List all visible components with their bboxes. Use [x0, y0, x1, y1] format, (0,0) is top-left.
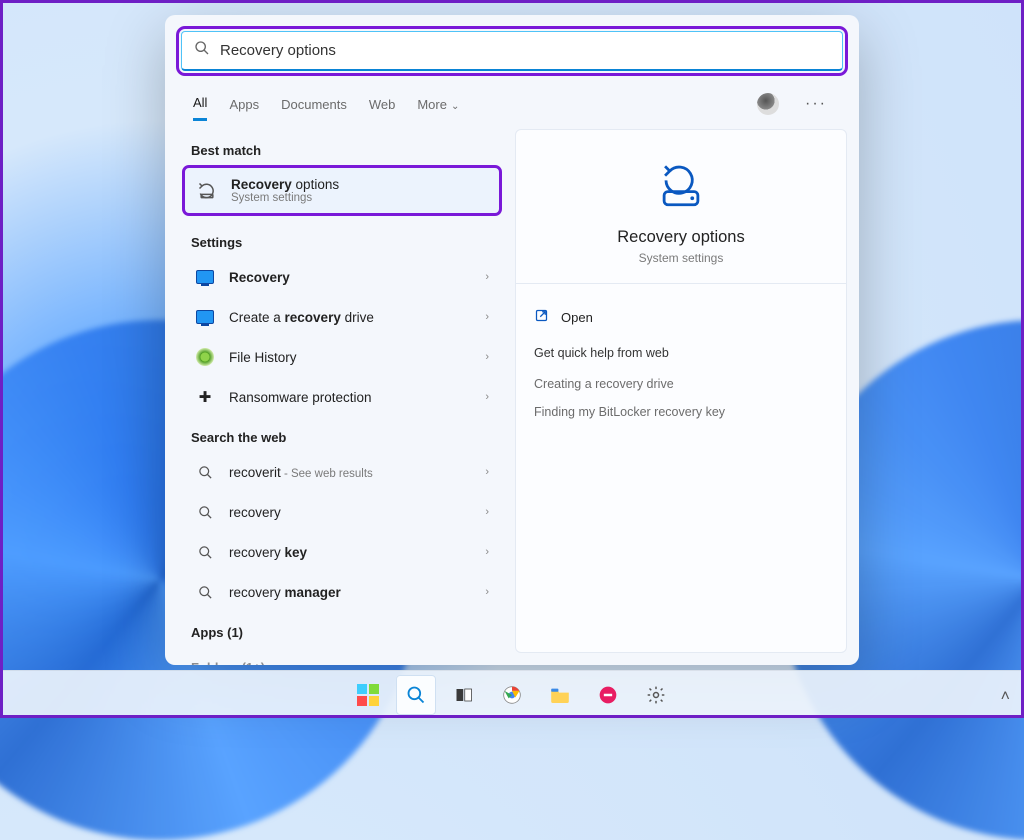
section-settings: Settings [183, 223, 501, 256]
monitor-icon [195, 307, 215, 327]
disk-icon [195, 347, 215, 367]
section-best-match: Best match [183, 131, 501, 164]
open-button[interactable]: Open [534, 302, 828, 332]
start-button[interactable] [348, 675, 388, 715]
web-result[interactable]: recoverit - See web results › [183, 453, 501, 491]
chevron-down-icon: ⌄ [451, 101, 459, 112]
recovery-large-icon [651, 156, 711, 216]
chevron-right-icon: › [485, 506, 489, 518]
shield-icon: ✚ [195, 387, 215, 407]
search-icon [195, 502, 215, 522]
taskbar-app-generic[interactable] [588, 675, 628, 715]
taskbar: ˄ [0, 670, 1024, 718]
tab-apps[interactable]: Apps [229, 89, 259, 120]
result-ransomware-protection[interactable]: ✚ Ransomware protection › [183, 378, 501, 416]
tab-documents[interactable]: Documents [281, 89, 347, 120]
chevron-right-icon: › [485, 391, 489, 403]
taskbar-app-settings[interactable] [636, 675, 676, 715]
divider [516, 283, 846, 284]
tab-more[interactable]: More⌄ [417, 89, 459, 120]
search-icon [194, 40, 210, 61]
search-icon [195, 542, 215, 562]
open-icon [534, 308, 549, 326]
help-link[interactable]: Finding my BitLocker recovery key [534, 398, 828, 426]
tab-web[interactable]: Web [369, 89, 396, 120]
search-scope-tabs: All Apps Documents Web More⌄ ··· [165, 77, 859, 121]
recovery-icon [197, 181, 217, 201]
help-link[interactable]: Creating a recovery drive [534, 370, 828, 398]
section-apps[interactable]: Apps (1) [183, 613, 501, 646]
search-box[interactable] [181, 31, 843, 71]
taskbar-app-chrome[interactable] [492, 675, 532, 715]
result-create-recovery-drive[interactable]: Create a recovery drive › [183, 298, 501, 336]
chevron-right-icon: › [485, 586, 489, 598]
tab-all[interactable]: All [193, 87, 207, 121]
search-icon [195, 462, 215, 482]
web-result[interactable]: recovery › [183, 493, 501, 531]
chevron-right-icon: › [485, 546, 489, 558]
preview-pane: Recovery options System settings Open Ge… [515, 129, 847, 653]
preview-subtitle: System settings [534, 251, 828, 265]
result-file-history[interactable]: File History › [183, 338, 501, 376]
chevron-right-icon: › [485, 311, 489, 323]
search-input[interactable] [220, 42, 830, 59]
start-search-panel: All Apps Documents Web More⌄ ··· Best ma… [165, 15, 859, 665]
taskbar-search-button[interactable] [396, 675, 436, 715]
chevron-right-icon: › [485, 466, 489, 478]
result-best-match[interactable]: Recovery options System settings [185, 168, 499, 213]
results-list: Best match Recovery options System setti… [165, 121, 511, 665]
tray-expand-button[interactable]: ˄ [1001, 688, 1010, 706]
overflow-menu-button[interactable]: ··· [801, 95, 831, 113]
chevron-right-icon: › [485, 271, 489, 283]
task-view-button[interactable] [444, 675, 484, 715]
monitor-icon [195, 267, 215, 287]
search-icon [195, 582, 215, 602]
chevron-right-icon: › [485, 351, 489, 363]
quick-help-label: Get quick help from web [534, 346, 828, 360]
section-search-web: Search the web [183, 418, 501, 451]
taskbar-app-explorer[interactable] [540, 675, 580, 715]
web-result[interactable]: recovery manager › [183, 573, 501, 611]
preview-title: Recovery options [534, 228, 828, 247]
result-recovery[interactable]: Recovery › [183, 258, 501, 296]
user-avatar[interactable] [757, 93, 779, 115]
web-result[interactable]: recovery key › [183, 533, 501, 571]
section-folders[interactable]: Folders (1+) [183, 648, 501, 665]
